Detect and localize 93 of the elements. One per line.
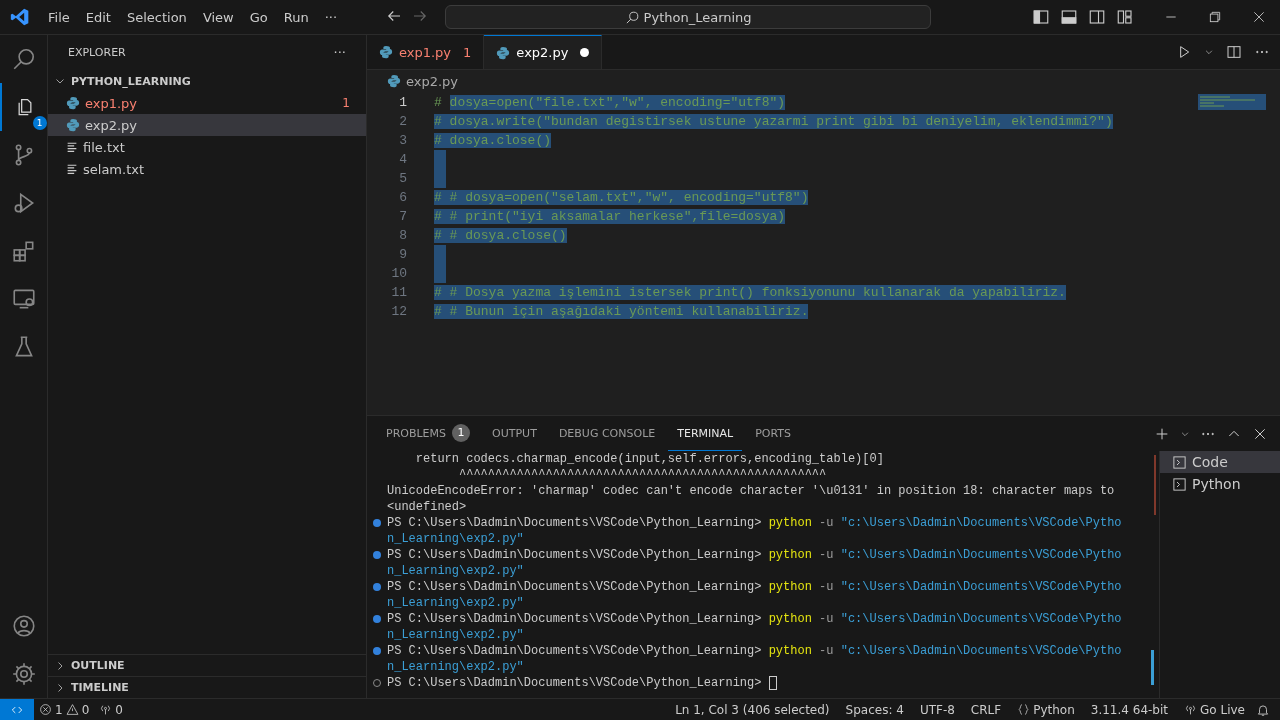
menu-item[interactable]: View bbox=[194, 6, 242, 28]
panel-tab[interactable]: PORTS bbox=[746, 416, 800, 451]
python-file-icon bbox=[496, 45, 511, 60]
python-file-icon bbox=[66, 118, 80, 132]
status-item[interactable]: CRLF bbox=[965, 702, 1007, 717]
panel-tab[interactable]: DEBUG CONSOLE bbox=[549, 416, 665, 451]
problem-count: 1 bbox=[463, 44, 472, 60]
close-icon[interactable] bbox=[1252, 10, 1266, 24]
terminal-line: n_Learning\exp2.py" bbox=[387, 628, 524, 642]
status-item[interactable]: Spaces: 4 bbox=[840, 702, 909, 717]
terminal-icon bbox=[1172, 476, 1187, 492]
terminal-line: PS C:\Users\Dadmin\Documents\VSCode\Python_Learning> python -u "c:\Users\Dadmin\Documents\VSCode\Pytho bbox=[387, 580, 1122, 594]
section-header[interactable]: OUTLINE bbox=[48, 654, 366, 676]
sidebar-title: EXPLORER bbox=[68, 46, 126, 59]
status-item[interactable]: Ln 1, Col 3 (406 selected) bbox=[670, 702, 835, 717]
line-number: 2 bbox=[398, 114, 407, 129]
breadcrumb[interactable]: exp2.py bbox=[406, 73, 459, 89]
problem-count: 1 bbox=[342, 96, 350, 110]
terminal-item[interactable]: Code bbox=[1160, 451, 1280, 473]
settings-icon[interactable] bbox=[10, 661, 37, 687]
text-file-icon bbox=[66, 141, 78, 153]
terminal-line: n_Learning\exp2.py" bbox=[387, 564, 524, 578]
line-number: 5 bbox=[398, 171, 407, 186]
line-number: 1 bbox=[398, 95, 407, 110]
terminal-line: n_Learning\exp2.py" bbox=[387, 660, 524, 674]
panel-tab[interactable]: OUTPUT bbox=[483, 416, 546, 451]
line-number: 9 bbox=[398, 247, 407, 262]
terminal-item[interactable]: Python bbox=[1160, 473, 1280, 495]
go-live-button[interactable]: Go Live bbox=[1179, 702, 1250, 717]
terminal-line: PS C:\Users\Dadmin\Documents\VSCode\Python_Learning> bbox=[387, 676, 763, 690]
account-icon[interactable] bbox=[10, 613, 37, 639]
folder-row[interactable]: PYTHON_LEARNING bbox=[48, 70, 366, 92]
warning-icon bbox=[65, 703, 79, 716]
menu-item[interactable]: Run bbox=[275, 6, 317, 28]
broadcast-icon bbox=[99, 703, 113, 716]
more-actions-button[interactable]: ··· bbox=[325, 42, 354, 63]
python-file-icon bbox=[387, 74, 401, 88]
status-item[interactable]: UTF-8 bbox=[914, 702, 960, 717]
panel-tab[interactable]: PROBLEMS 1 bbox=[377, 416, 480, 451]
line-number: 12 bbox=[390, 304, 407, 319]
line-number: 10 bbox=[390, 266, 407, 281]
problems-status[interactable]: 1 0 bbox=[34, 702, 95, 717]
toggle-sidebar-icon[interactable] bbox=[1032, 8, 1050, 26]
text-file-icon bbox=[66, 163, 78, 175]
terminal-line: ^^^^^^^^^^^^^^^^^^^^^^^^^^^^^^^^^^^^^^^^^^^^^^^^^^^ bbox=[458, 468, 827, 482]
line-number: 7 bbox=[398, 209, 407, 224]
broadcast-icon bbox=[1184, 703, 1198, 716]
ports-status[interactable]: 0 bbox=[94, 702, 128, 717]
toggle-secondary-sidebar-icon[interactable] bbox=[1088, 8, 1106, 26]
bell-icon[interactable] bbox=[1256, 702, 1270, 717]
terminal-icon bbox=[1172, 454, 1187, 470]
terminal-line: UnicodeEncodeError: 'charmap' codec can't encode character '\u0131' in position 18: character maps to bbox=[387, 484, 1115, 498]
panel-tab[interactable]: TERMINAL bbox=[668, 416, 743, 451]
tree-row[interactable]: exp1.py 1 bbox=[48, 92, 366, 114]
menu-item[interactable]: Go bbox=[241, 6, 276, 28]
code-line: # dosya=open("file.txt","w", encoding="utf8") bbox=[434, 95, 786, 110]
menu-item[interactable]: File bbox=[40, 6, 78, 28]
python-file-icon bbox=[379, 45, 393, 59]
status-item[interactable]: 3.11.4 64-bit bbox=[1085, 702, 1174, 717]
terminal-line: PS C:\Users\Dadmin\Documents\VSCode\Python_Learning> python -u "c:\Users\Dadmin\Documents\VSCode\Pytho bbox=[387, 548, 1122, 562]
split-editor-icon[interactable] bbox=[1226, 44, 1242, 60]
menu-item[interactable]: Edit bbox=[77, 6, 119, 28]
restore-icon[interactable] bbox=[1208, 10, 1222, 24]
search-icon bbox=[624, 9, 640, 25]
caret-icon[interactable] bbox=[1204, 47, 1214, 57]
terminal-line: PS C:\Users\Dadmin\Documents\VSCode\Python_Learning> python -u "c:\Users\Dadmin\Documents\VSCode\Pytho bbox=[387, 644, 1122, 658]
editor-tab[interactable]: exp2.py bbox=[484, 35, 603, 69]
line-number: 4 bbox=[398, 152, 407, 167]
line-number: 3 bbox=[398, 133, 407, 148]
python-file-icon bbox=[66, 96, 80, 110]
minimap-drawing bbox=[1198, 94, 1266, 110]
terminal-line: PS C:\Users\Dadmin\Documents\VSCode\Python_Learning> python -u "c:\Users\Dadmin\Documents\VSCode\Pytho bbox=[387, 516, 1122, 530]
tree-row[interactable]: exp2.py bbox=[48, 114, 366, 136]
terminal-line: return codecs.charmap_encode(input,self.errors,encoding_table)[0] bbox=[414, 452, 884, 466]
customize-layout-icon[interactable] bbox=[1116, 8, 1134, 26]
terminal-line: <undefined> bbox=[387, 500, 467, 514]
line-number: 11 bbox=[390, 285, 407, 300]
toggle-panel-icon[interactable] bbox=[1060, 8, 1078, 26]
terminal-line: PS C:\Users\Dadmin\Documents\VSCode\Python_Learning> python -u "c:\Users\Dadmin\Documents\VSCode\Pytho bbox=[387, 612, 1122, 626]
tree-row[interactable]: selam.txt bbox=[48, 158, 366, 180]
language-status[interactable]: Python bbox=[1012, 702, 1080, 717]
menu-item[interactable]: Selection bbox=[118, 6, 195, 28]
menu-item[interactable]: ··· bbox=[316, 6, 346, 28]
error-icon bbox=[39, 703, 52, 716]
tree-row[interactable]: file.txt bbox=[48, 136, 366, 158]
line-number: 8 bbox=[398, 228, 407, 243]
terminal-line: n_Learning\exp2.py" bbox=[387, 596, 524, 610]
braces-icon bbox=[1017, 703, 1031, 716]
line-number: 6 bbox=[398, 190, 407, 205]
command-center-search[interactable]: Python_Learning bbox=[445, 5, 932, 29]
notification-badge: 1 bbox=[32, 116, 47, 130]
terminal-line: n_Learning\exp2.py" bbox=[387, 532, 524, 546]
vscode-logo-icon bbox=[10, 7, 30, 27]
